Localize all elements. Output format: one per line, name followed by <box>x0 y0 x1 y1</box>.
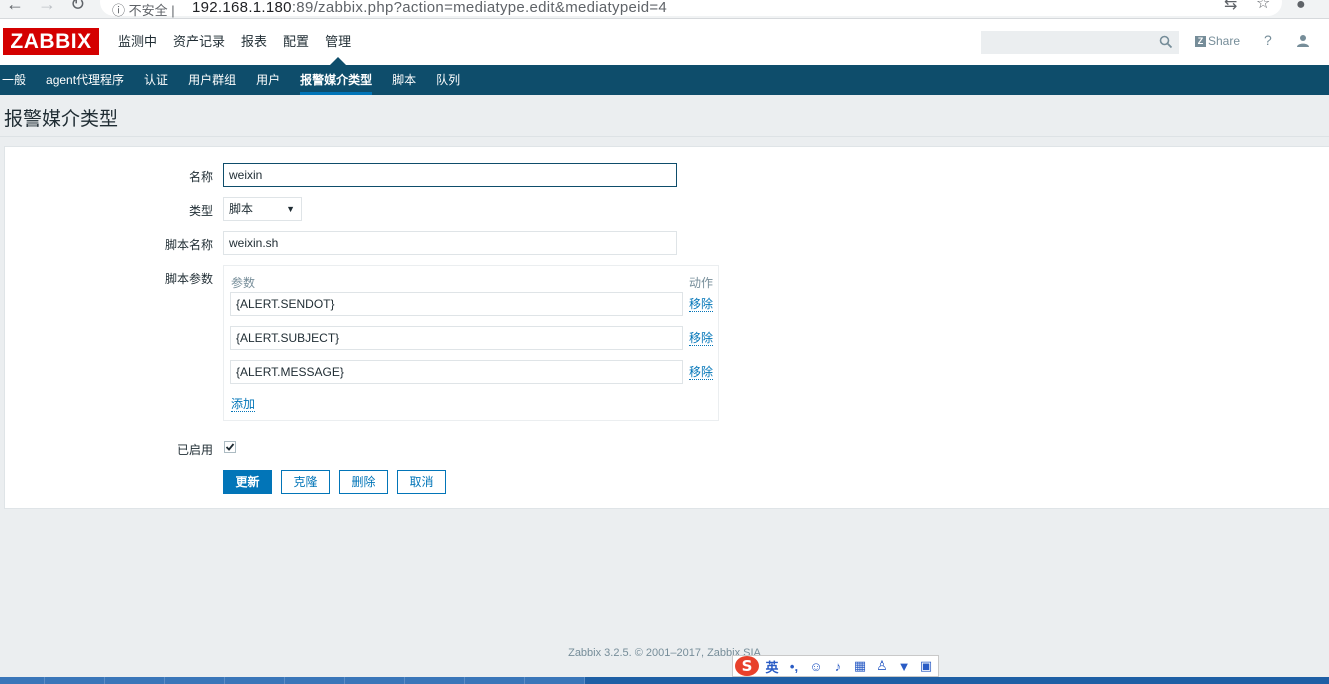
param-field-3[interactable]: {ALERT.MESSAGE} <box>230 360 683 384</box>
param-field-2[interactable]: {ALERT.SUBJECT} <box>230 326 683 350</box>
ime-logo-icon[interactable]: S <box>735 656 759 676</box>
address-bar[interactable]: ⓘ 不安全 | 192.168.1.180:89/zabbix.php?acti… <box>100 0 1282 18</box>
subnav-authentication[interactable]: 认证 <box>134 65 178 95</box>
script-name-field[interactable]: weixin.sh <box>223 231 677 255</box>
toolbox-grid-icon[interactable]: ▣ <box>917 658 935 674</box>
nav-reports[interactable]: 报表 <box>233 19 275 65</box>
user-profile-icon[interactable] <box>1296 34 1310 48</box>
share-label: Share <box>1208 34 1241 48</box>
reload-icon[interactable]: ↻ <box>70 0 85 15</box>
checkmark-icon <box>225 443 235 451</box>
search-icon[interactable] <box>1159 35 1173 49</box>
enabled-label: 已启用 <box>176 443 213 457</box>
param-field-1[interactable]: {ALERT.SENDOT} <box>230 292 683 316</box>
os-taskbar <box>0 677 1329 684</box>
enabled-checkbox[interactable] <box>224 441 236 453</box>
subnav-users[interactable]: 用户 <box>246 65 290 95</box>
type-select[interactable]: 脚本 ▼ <box>223 197 302 221</box>
action-column-header: 动作 <box>689 276 714 290</box>
params-column-header: 参数 <box>231 276 256 290</box>
delete-button[interactable]: 删除 <box>339 470 388 494</box>
ime-toolbar[interactable]: S 英 •, ☺ ♪ ▦ ♙ ▼ ▣ <box>732 655 939 677</box>
start-button[interactable] <box>0 677 45 684</box>
bookmark-star-icon[interactable]: ☆ <box>1256 0 1270 13</box>
media-type-form: 名称 weixin 类型 脚本 ▼ 脚本名称 weixin.sh 脚本参数 参数… <box>4 146 1329 509</box>
cancel-button[interactable]: 取消 <box>397 470 446 494</box>
nav-administration[interactable]: 管理 <box>317 19 359 65</box>
emoji-icon[interactable]: ☺ <box>807 659 825 674</box>
subnav-general[interactable]: 一般 <box>0 65 36 95</box>
translate-icon[interactable]: ⇆ <box>1224 0 1237 14</box>
subnav-queue[interactable]: 队列 <box>426 65 470 95</box>
ime-language-toggle[interactable]: 英 <box>763 657 781 676</box>
name-label: 名称 <box>188 170 213 184</box>
top-header: ZABBIX 监测中 资产记录 报表 配置 管理 Z Share ? <box>0 19 1329 65</box>
add-param-link[interactable]: 添加 <box>231 397 256 412</box>
subnav-media-types[interactable]: 报警媒介类型 <box>290 65 382 95</box>
url-host: 192.168.1.180 <box>192 0 292 16</box>
script-params-label: 脚本参数 <box>164 272 213 286</box>
name-field[interactable]: weixin <box>223 163 677 187</box>
user-center-icon[interactable]: ♙ <box>873 658 891 674</box>
taskbar-app[interactable] <box>345 677 405 684</box>
taskbar-app[interactable] <box>165 677 225 684</box>
remove-param-2-link[interactable]: 移除 <box>689 331 714 346</box>
zabbix-share-icon: Z <box>1195 35 1206 47</box>
remove-param-1-link[interactable]: 移除 <box>689 297 714 312</box>
taskbar-app[interactable] <box>105 677 165 684</box>
sub-nav: 一般 agent代理程序 认证 用户群组 用户 报警媒介类型 脚本 队列 <box>0 65 1329 95</box>
forward-icon[interactable]: → <box>38 0 56 15</box>
nav-inventory[interactable]: 资产记录 <box>165 19 233 65</box>
back-icon[interactable]: ← <box>6 0 24 15</box>
taskbar-app[interactable] <box>525 677 585 684</box>
taskbar-app[interactable] <box>45 677 105 684</box>
remove-param-3-link[interactable]: 移除 <box>689 365 714 380</box>
skin-shirt-icon[interactable]: ▼ <box>895 659 913 674</box>
share-link[interactable]: Z Share <box>1195 34 1240 48</box>
update-button[interactable]: 更新 <box>223 470 272 494</box>
help-icon[interactable]: ? <box>1264 32 1272 48</box>
page-title: 报警媒介类型 <box>4 109 119 130</box>
dropdown-arrow-icon: ▼ <box>286 204 295 214</box>
taskbar-app[interactable] <box>465 677 525 684</box>
footer-copyright: Zabbix 3.2.5. © 2001–2017, Zabbix SIA <box>568 647 761 659</box>
title-divider <box>0 136 1329 137</box>
subnav-user-groups[interactable]: 用户群组 <box>178 65 246 95</box>
ime-punctuation-toggle[interactable]: •, <box>785 659 803 674</box>
zabbix-logo[interactable]: ZABBIX <box>3 28 99 55</box>
subnav-proxies[interactable]: agent代理程序 <box>36 65 134 95</box>
browser-toolbar: ← → ↻ ⓘ 不安全 | 192.168.1.180:89/zabbix.ph… <box>0 0 1329 19</box>
subnav-scripts[interactable]: 脚本 <box>382 65 426 95</box>
taskbar-app[interactable] <box>405 677 465 684</box>
profile-icon[interactable]: ● <box>1296 0 1306 14</box>
search-input[interactable] <box>981 31 1179 54</box>
keyboard-icon[interactable]: ▦ <box>851 658 869 674</box>
microphone-icon[interactable]: ♪ <box>829 659 847 674</box>
main-nav: 监测中 资产记录 报表 配置 管理 <box>110 19 359 65</box>
taskbar-app[interactable] <box>285 677 345 684</box>
nav-configuration[interactable]: 配置 <box>275 19 317 65</box>
script-name-label: 脚本名称 <box>164 238 213 252</box>
nav-monitoring[interactable]: 监测中 <box>110 19 165 65</box>
url-path: :89/zabbix.php?action=mediatype.edit&med… <box>291 0 668 16</box>
url-text: 192.168.1.180:89/zabbix.php?action=media… <box>192 0 667 16</box>
clone-button[interactable]: 克隆 <box>281 470 330 494</box>
security-indicator[interactable]: ⓘ 不安全 | <box>112 0 175 18</box>
script-params-table: 参数 动作 {ALERT.SENDOT} 移除 {ALERT.SUBJECT} … <box>223 265 719 421</box>
type-select-value: 脚本 <box>229 202 254 216</box>
taskbar-app[interactable] <box>225 677 285 684</box>
type-label: 类型 <box>188 204 213 218</box>
